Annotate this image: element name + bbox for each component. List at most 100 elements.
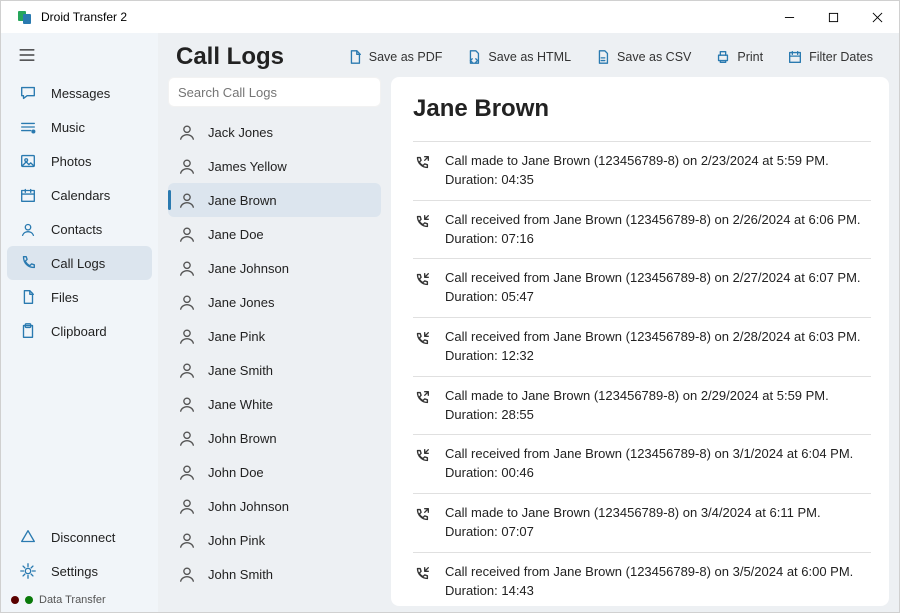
maximize-button[interactable] bbox=[811, 1, 855, 33]
save-csv-button[interactable]: Save as CSV bbox=[587, 43, 699, 71]
person-icon bbox=[178, 225, 196, 243]
clipboard-icon bbox=[19, 322, 37, 340]
detail-pane[interactable]: Jane Brown Call made to Jane Brown (1234… bbox=[391, 77, 889, 606]
sidebar-item-music[interactable]: Music bbox=[7, 110, 152, 144]
files-icon bbox=[19, 288, 37, 306]
person-icon bbox=[178, 259, 196, 277]
call-incoming-icon bbox=[413, 565, 431, 583]
app-title: Droid Transfer 2 bbox=[41, 10, 127, 24]
sidebar-item-contacts[interactable]: Contacts bbox=[7, 212, 152, 246]
sidebar-item-label: Disconnect bbox=[51, 530, 115, 545]
app-logo-icon bbox=[17, 9, 33, 25]
sidebar-item-label: Files bbox=[51, 290, 78, 305]
contact-item[interactable]: Jane Smith bbox=[168, 353, 381, 387]
person-icon bbox=[178, 429, 196, 447]
sidebar-item-files[interactable]: Files bbox=[7, 280, 152, 314]
call-text: Call made to Jane Brown (123456789-8) on… bbox=[445, 152, 829, 190]
contact-name: Jane Johnson bbox=[208, 261, 289, 276]
save-html-button[interactable]: Save as HTML bbox=[458, 43, 579, 71]
contact-item[interactable]: John Smith bbox=[168, 557, 381, 591]
call-incoming-icon bbox=[413, 447, 431, 465]
contact-name: John Doe bbox=[208, 465, 264, 480]
call-row: Call made to Jane Brown (123456789-8) on… bbox=[413, 376, 871, 435]
contact-name: Jane White bbox=[208, 397, 273, 412]
person-icon bbox=[178, 157, 196, 175]
status-dot-red bbox=[11, 596, 19, 604]
contact-item[interactable]: John Brown bbox=[168, 421, 381, 455]
minimize-button[interactable] bbox=[767, 1, 811, 33]
contact-item[interactable]: James Yellow bbox=[168, 149, 381, 183]
filter-dates-button[interactable]: Filter Dates bbox=[779, 43, 881, 71]
person-icon bbox=[178, 327, 196, 345]
contact-list[interactable]: Jack Jones James YellowJane BrownJane Doe… bbox=[168, 115, 381, 606]
call-incoming-icon bbox=[413, 330, 431, 348]
contact-item[interactable]: Jane White bbox=[168, 387, 381, 421]
call-text: Call received from Jane Brown (123456789… bbox=[445, 211, 861, 249]
nav-list: Messages Music Photos Calendars Contacts Call… bbox=[1, 76, 158, 348]
contact-name: John Johnson bbox=[208, 499, 289, 514]
print-button[interactable]: Print bbox=[707, 43, 771, 71]
messages-icon bbox=[19, 84, 37, 102]
person-icon bbox=[178, 361, 196, 379]
sidebar-item-clipboard[interactable]: Clipboard bbox=[7, 314, 152, 348]
call-text: Call received from Jane Brown (123456789… bbox=[445, 563, 853, 601]
contact-item[interactable]: Jack Jones bbox=[168, 115, 381, 149]
person-icon bbox=[178, 497, 196, 515]
detail-title: Jane Brown bbox=[413, 95, 871, 123]
contact-item[interactable]: Jane Jones bbox=[168, 285, 381, 319]
person-icon bbox=[178, 531, 196, 549]
call-incoming-icon bbox=[413, 271, 431, 289]
call-logs-icon bbox=[19, 254, 37, 272]
person-icon bbox=[178, 191, 196, 209]
person-icon bbox=[178, 463, 196, 481]
contact-column: Jack Jones James YellowJane BrownJane Doe… bbox=[168, 77, 381, 606]
call-row: Call received from Jane Brown (123456789… bbox=[413, 552, 871, 606]
sidebar-item-disconnect[interactable]: Disconnect bbox=[7, 520, 152, 554]
contact-item[interactable]: John Doe bbox=[168, 455, 381, 489]
app-window: Droid Transfer 2 Messages Music Photos Cale… bbox=[0, 0, 900, 613]
page-header: Call Logs Save as PDF Save as HTML Save … bbox=[158, 33, 899, 77]
sidebar-item-label: Clipboard bbox=[51, 324, 107, 339]
contact-name: John Brown bbox=[208, 431, 277, 446]
status-bar: Data Transfer bbox=[1, 588, 158, 612]
sidebar-item-label: Calendars bbox=[51, 188, 110, 203]
call-row: Call received from Jane Brown (123456789… bbox=[413, 258, 871, 317]
status-dot-green bbox=[25, 596, 33, 604]
call-text: Call received from Jane Brown (123456789… bbox=[445, 328, 861, 366]
sidebar-item-calendars[interactable]: Calendars bbox=[7, 178, 152, 212]
calendars-icon bbox=[19, 186, 37, 204]
close-button[interactable] bbox=[855, 1, 899, 33]
sidebar-item-label: Call Logs bbox=[51, 256, 105, 271]
call-text: Call made to Jane Brown (123456789-8) on… bbox=[445, 504, 821, 542]
contact-item[interactable]: Jane Brown bbox=[168, 183, 381, 217]
sidebar-item-label: Contacts bbox=[51, 222, 102, 237]
contact-item[interactable]: Jane Doe bbox=[168, 217, 381, 251]
call-text: Call received from Jane Brown (123456789… bbox=[445, 445, 853, 483]
contact-item[interactable]: Jane Johnson bbox=[168, 251, 381, 285]
search-input[interactable] bbox=[168, 77, 381, 107]
status-text: Data Transfer bbox=[39, 594, 106, 606]
save-pdf-button[interactable]: Save as PDF bbox=[339, 43, 451, 71]
sidebar-item-label: Music bbox=[51, 120, 85, 135]
person-icon bbox=[178, 123, 196, 141]
contact-name: Jack Jones bbox=[208, 125, 273, 140]
call-incoming-icon bbox=[413, 213, 431, 231]
photos-icon bbox=[19, 152, 37, 170]
contact-item[interactable]: John Pink bbox=[168, 523, 381, 557]
call-row: Call received from Jane Brown (123456789… bbox=[413, 200, 871, 259]
sidebar-item-label: Photos bbox=[51, 154, 91, 169]
call-text: Call received from Jane Brown (123456789… bbox=[445, 269, 861, 307]
sidebar-item-label: Messages bbox=[51, 86, 110, 101]
sidebar: Messages Music Photos Calendars Contacts Call… bbox=[1, 33, 158, 612]
sidebar-item-messages[interactable]: Messages bbox=[7, 76, 152, 110]
contacts-icon bbox=[19, 220, 37, 238]
sidebar-item-call-logs[interactable]: Call Logs bbox=[7, 246, 152, 280]
call-row: Call received from Jane Brown (123456789… bbox=[413, 317, 871, 376]
contact-item[interactable]: Jane Pink bbox=[168, 319, 381, 353]
sidebar-item-settings[interactable]: Settings bbox=[7, 554, 152, 588]
hamburger-button[interactable] bbox=[1, 43, 158, 76]
contact-item[interactable]: John Johnson bbox=[168, 489, 381, 523]
call-outgoing-icon bbox=[413, 506, 431, 524]
sidebar-item-photos[interactable]: Photos bbox=[7, 144, 152, 178]
main-area: Call Logs Save as PDF Save as HTML Save … bbox=[158, 33, 899, 612]
